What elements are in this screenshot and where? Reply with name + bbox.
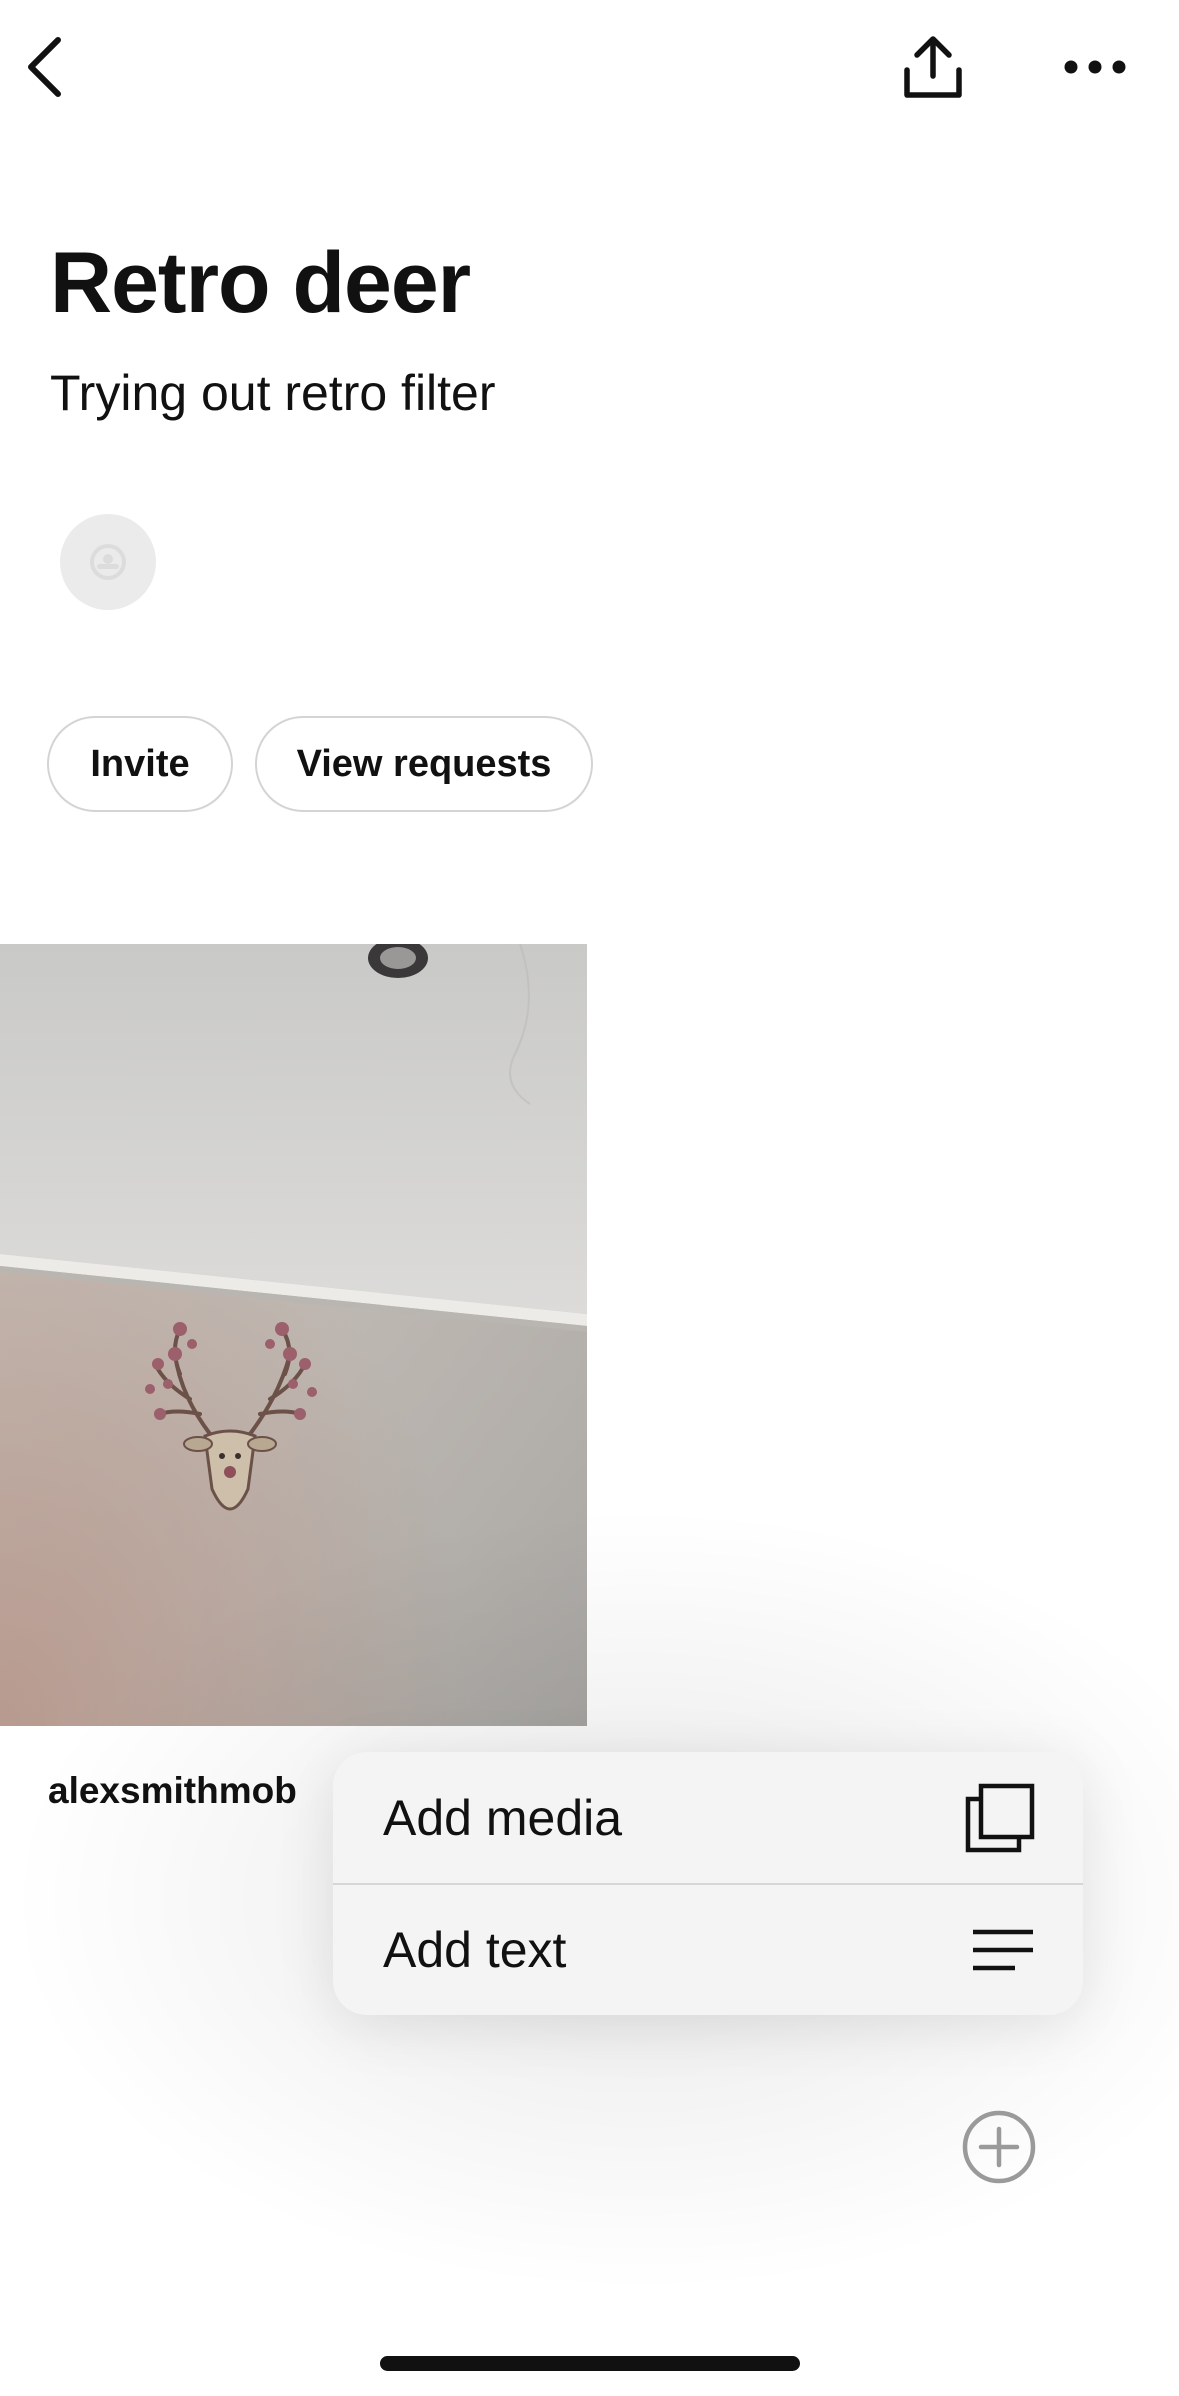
add-content-menu: Add media Add text <box>333 1752 1083 2015</box>
media-stack-icon <box>965 1783 1035 1852</box>
add-text-menu-item[interactable]: Add text <box>333 1884 1083 2015</box>
share-button[interactable] <box>892 26 974 108</box>
user-placeholder-icon <box>90 544 126 580</box>
post-image-deer-wall[interactable] <box>0 944 587 1726</box>
more-options-button[interactable] <box>1054 38 1136 96</box>
home-indicator[interactable] <box>380 2356 800 2371</box>
plus-circle-icon <box>962 2110 1036 2184</box>
post-author[interactable]: alexsmithmob <box>48 1770 297 1812</box>
view-requests-button[interactable]: View requests <box>255 716 593 812</box>
add-media-menu-item[interactable]: Add media <box>333 1752 1083 1883</box>
text-lines-icon <box>973 1929 1033 1970</box>
board-title: Retro deer <box>50 235 471 331</box>
share-upload-icon <box>904 36 962 98</box>
more-horizontal-icon <box>1064 60 1126 74</box>
add-media-label: Add media <box>383 1789 623 1846</box>
back-button[interactable] <box>14 28 74 106</box>
deer-wall-photo <box>0 944 587 1726</box>
board-description: Trying out retro filter <box>50 365 496 421</box>
add-text-label: Add text <box>383 1921 567 1978</box>
add-content-button[interactable] <box>958 2106 1040 2188</box>
invite-button[interactable]: Invite <box>47 716 233 812</box>
chevron-left-icon <box>28 37 61 97</box>
collaborator-avatar[interactable] <box>60 514 156 610</box>
top-bar <box>0 0 1179 140</box>
